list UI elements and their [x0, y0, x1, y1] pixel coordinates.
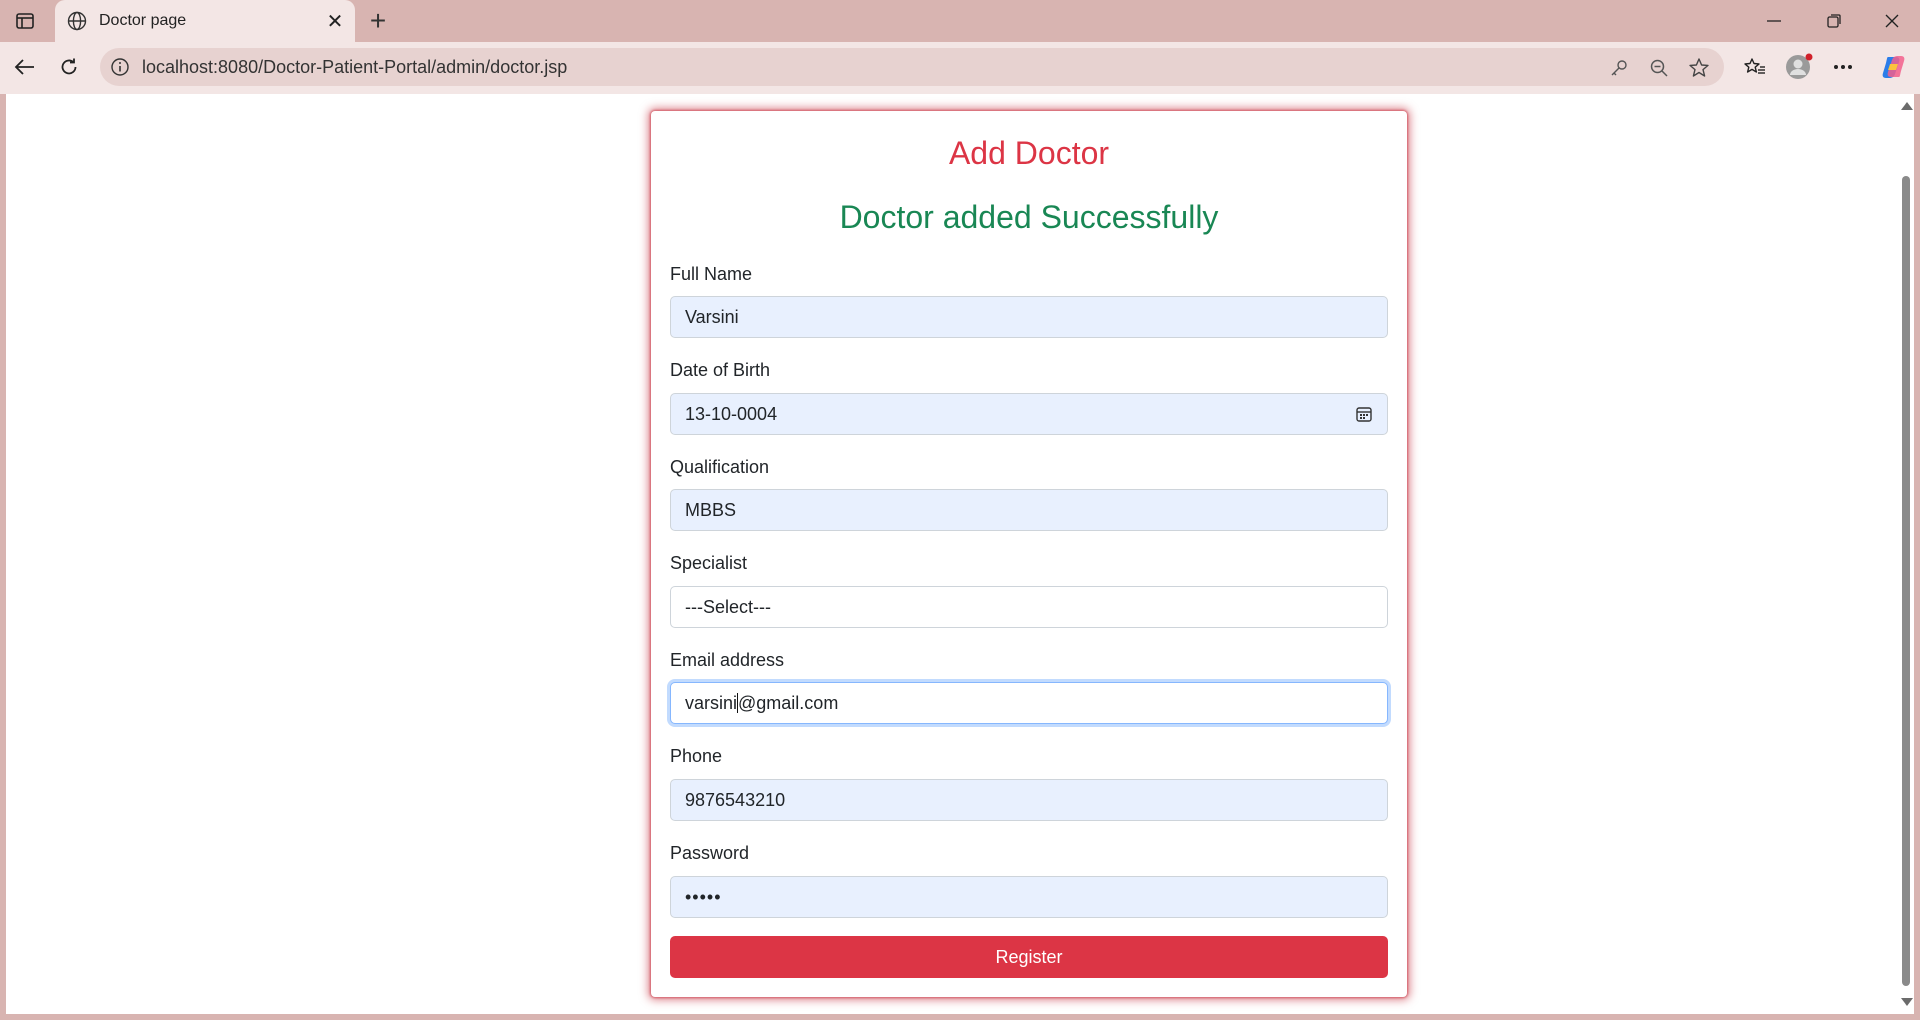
zoom-out-icon[interactable] [1646, 55, 1672, 81]
profile-avatar-icon[interactable] [1782, 50, 1816, 84]
reload-icon[interactable] [52, 50, 86, 84]
phone-field[interactable]: 9876543210 [670, 779, 1388, 821]
browser-toolbar: localhost:8080/Doctor-Patient-Portal/adm… [0, 42, 1920, 94]
password-masked-value: ••••• [685, 886, 722, 907]
dob-value: 13-10-0004 [685, 403, 778, 424]
email-label: Email address [670, 650, 785, 670]
copilot-icon[interactable] [1876, 50, 1910, 84]
tab-title: Doctor page [99, 12, 187, 29]
close-window-icon[interactable] [1864, 0, 1920, 42]
dob-label: Date of Birth [670, 360, 771, 380]
minimize-icon[interactable] [1746, 0, 1802, 42]
full-name-field[interactable]: Varsini [670, 296, 1388, 338]
specialist-label: Specialist [670, 553, 748, 573]
globe-icon [65, 9, 89, 33]
site-info-icon[interactable] [110, 57, 130, 77]
qualification-label: Qualification [670, 457, 770, 477]
scroll-up-arrow-icon[interactable] [1901, 102, 1913, 110]
success-message: Doctor added Successfully [839, 199, 1219, 235]
new-tab-icon[interactable]: + [363, 5, 393, 36]
password-key-icon[interactable] [1606, 55, 1632, 81]
register-button[interactable]: Register [670, 936, 1388, 978]
card-title: Add Doctor [948, 135, 1110, 171]
add-doctor-card: Add Doctor Doctor added Successfully Ful… [651, 111, 1407, 997]
email-field[interactable]: varsini @gmail.com [670, 682, 1388, 724]
specialist-select[interactable]: ---Select--- [670, 586, 1388, 628]
email-value-part-2: @gmail.com [738, 692, 839, 713]
tab-strip: Doctor page ✕ + [0, 0, 1920, 42]
restore-icon[interactable] [1806, 0, 1862, 42]
qualification-field[interactable]: MBBS [670, 489, 1388, 531]
calendar-icon[interactable] [1355, 405, 1373, 423]
phone-value: 9876543210 [685, 789, 786, 810]
more-options-icon[interactable] [1826, 50, 1860, 84]
qualification-value: MBBS [685, 499, 737, 520]
browser-tab[interactable]: Doctor page ✕ [55, 0, 355, 42]
phone-label: Phone [670, 746, 723, 766]
url-text: localhost:8080/Doctor-Patient-Portal/adm… [142, 57, 568, 77]
email-value-part-1: varsini [685, 692, 738, 713]
scroll-thumb[interactable] [1902, 176, 1910, 986]
back-arrow-icon[interactable] [8, 50, 42, 84]
tab-actions-icon[interactable] [10, 8, 40, 34]
close-tab-icon[interactable]: ✕ [321, 7, 349, 35]
scroll-down-arrow-icon[interactable] [1901, 998, 1913, 1006]
address-bar[interactable]: localhost:8080/Doctor-Patient-Portal/adm… [100, 48, 1724, 86]
vertical-scrollbar[interactable] [1898, 94, 1914, 1014]
full-name-value: Varsini [685, 306, 739, 327]
dob-field[interactable]: 13-10-0004 [670, 393, 1388, 435]
full-name-label: Full Name [670, 264, 753, 284]
favorite-star-icon[interactable] [1686, 55, 1712, 81]
password-label: Password [670, 843, 750, 863]
password-field[interactable]: ••••• [670, 876, 1388, 918]
favorites-list-icon[interactable] [1738, 50, 1772, 84]
specialist-selected-value: ---Select--- [685, 596, 771, 617]
